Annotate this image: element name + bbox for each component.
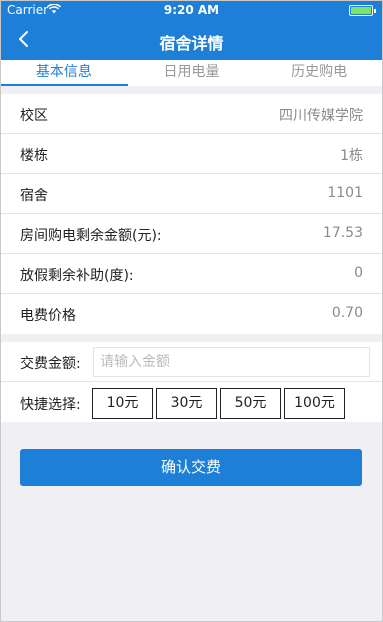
balance-label: 房间购电剩余金额(元): — [20, 228, 162, 244]
balance-value: 17.53 — [322, 225, 363, 241]
info-list: 校区 四川传媒学院 楼栋 1栋 宿舍 1101 房间购电剩余金额(元): 17.… — [0, 94, 383, 334]
price-value: 0.70 — [331, 305, 363, 321]
subsidy-label: 放假剩余补助(度): — [20, 268, 134, 284]
building-value: 1栋 — [340, 148, 363, 164]
quick-amount-100-button[interactable]: 100元 — [284, 388, 345, 419]
status-bar: Carrier 9:20 AM — [0, 0, 383, 20]
confirm-payment-button[interactable]: 确认交费 — [20, 449, 362, 486]
quick-select-group: 10元 30元 50元 100元 — [92, 388, 345, 419]
quick-amount-10-button[interactable]: 10元 — [92, 388, 153, 419]
price-label: 电费价格 — [20, 308, 76, 324]
building-label: 楼栋 — [20, 148, 48, 164]
quick-amount-30-button[interactable]: 30元 — [156, 388, 217, 419]
info-row-campus: 校区 四川传媒学院 — [0, 94, 383, 134]
tab-bar: 基本信息 日用电量 历史购电 — [0, 60, 383, 86]
info-row-subsidy: 放假剩余补助(度): 0 — [0, 254, 383, 294]
campus-label: 校区 — [20, 108, 48, 124]
amount-input[interactable] — [93, 347, 370, 377]
info-row-balance: 房间购电剩余金额(元): 17.53 — [0, 214, 383, 254]
amount-row: 交费金额: — [0, 342, 383, 382]
info-row-price: 电费价格 0.70 — [0, 294, 383, 334]
nav-bar: 宿舍详情 — [0, 20, 383, 60]
amount-label: 交费金额: — [20, 356, 81, 372]
page-title: 宿舍详情 — [159, 34, 224, 53]
quick-select-label: 快捷选择: — [20, 397, 81, 413]
info-row-building: 楼栋 1栋 — [0, 134, 383, 174]
campus-value: 四川传媒学院 — [279, 108, 363, 124]
subsidy-value: 0 — [354, 265, 363, 281]
info-row-dorm: 宿舍 1101 — [0, 174, 383, 214]
payment-section: 交费金额: 快捷选择: 10元 30元 50元 100元 — [0, 342, 383, 422]
tab-basic-info[interactable]: 基本信息 — [0, 60, 128, 86]
dorm-value: 1101 — [327, 185, 363, 201]
status-time: 9:20 AM — [163, 3, 220, 17]
dorm-label: 宿舍 — [20, 188, 48, 204]
battery-icon — [349, 5, 376, 16]
tab-purchase-history[interactable]: 历史购电 — [255, 60, 383, 86]
tab-daily-usage[interactable]: 日用电量 — [128, 60, 256, 86]
quick-amount-50-button[interactable]: 50元 — [220, 388, 281, 419]
